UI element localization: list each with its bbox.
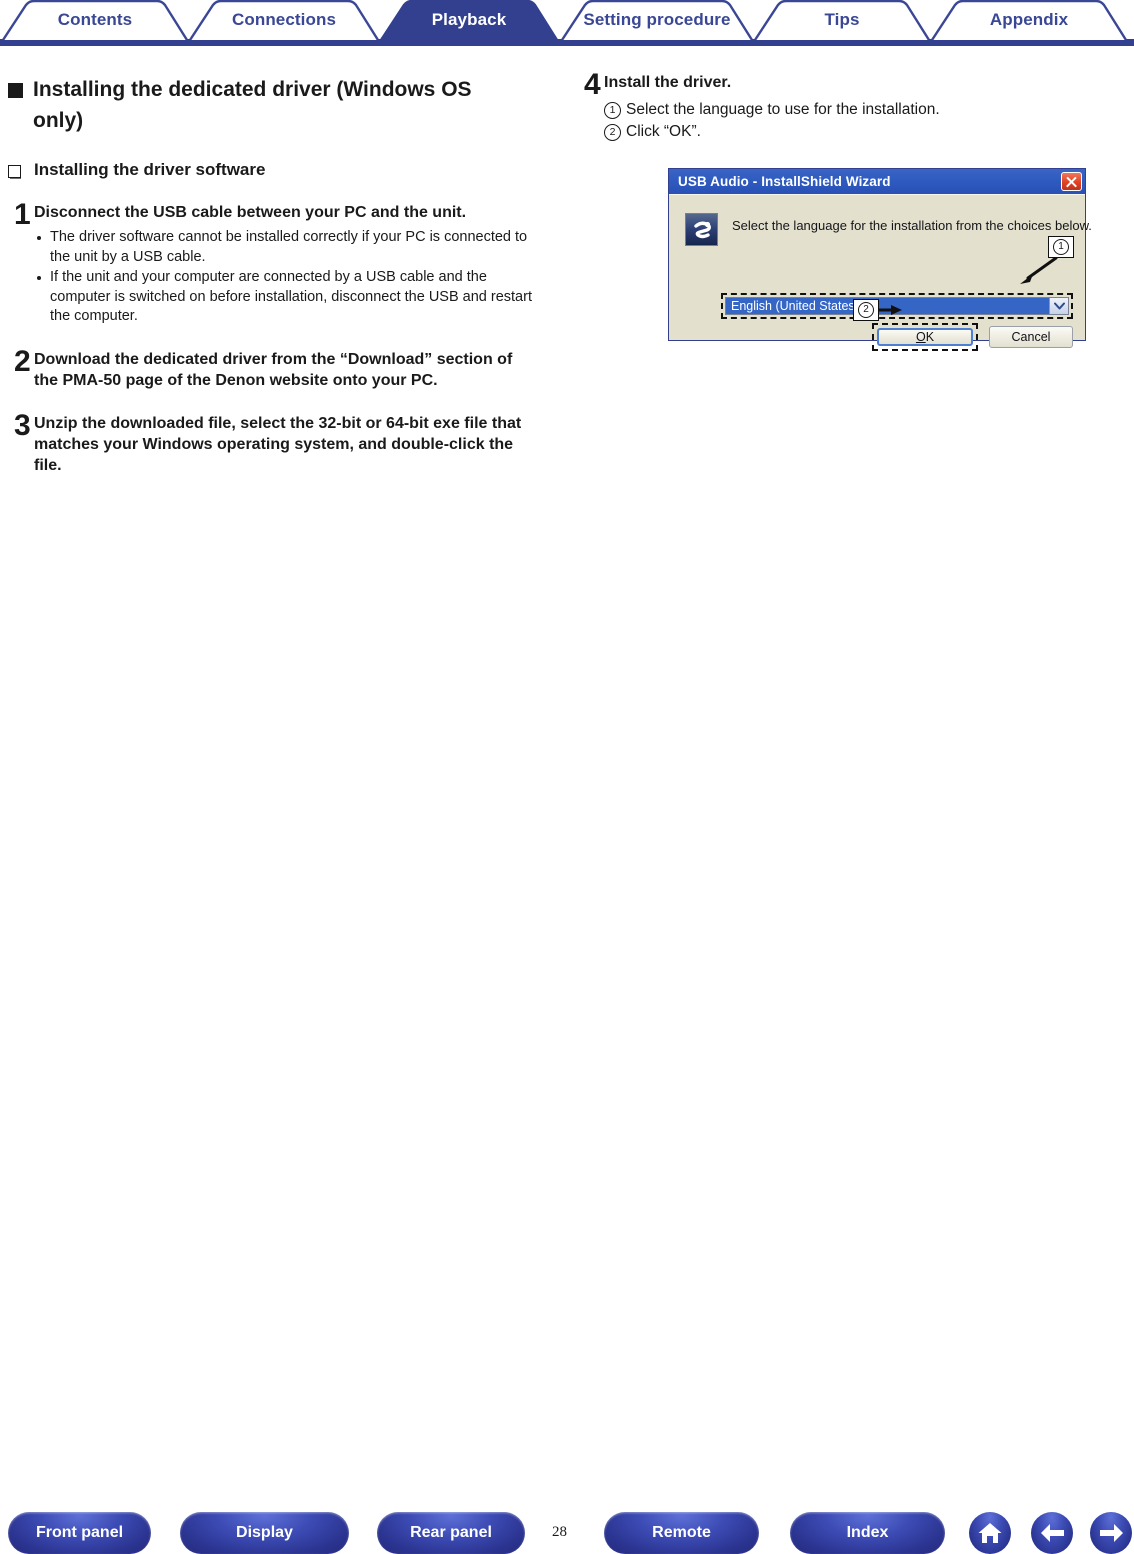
index-button[interactable]: Index [790, 1512, 945, 1554]
step-4: 4 Install the driver. 1 Select the langu… [574, 68, 1130, 143]
tab-playback[interactable]: Playback [378, 0, 560, 40]
dialog-title-text: USB Audio - InstallShield Wizard [678, 174, 891, 189]
ok-button[interactable]: OK [877, 328, 973, 346]
page-number: 28 [552, 1524, 567, 1540]
dialog-illustration: USB Audio - InstallShield Wizard Select … [668, 168, 1092, 351]
language-select-value: English (United States) [726, 298, 1049, 314]
rear-panel-button[interactable]: Rear panel [377, 1512, 525, 1554]
step-number: 4 [584, 68, 601, 101]
tab-tips[interactable]: Tips [752, 0, 932, 40]
installshield-glyph [694, 221, 711, 239]
step-2: 2 Download the dedicated driver from the… [4, 344, 556, 391]
circled-number-2-icon: 2 [858, 302, 874, 318]
tab-label: Contents [57, 9, 133, 29]
substep-item: 2 Click “OK”. [604, 121, 1130, 143]
rear-panel-button-label: Rear panel [410, 1524, 492, 1541]
forward-button[interactable] [1090, 1512, 1132, 1554]
substep-text: Click “OK”. [626, 123, 701, 140]
chevron-down-icon[interactable] [1049, 298, 1068, 314]
tab-label: Tips [824, 9, 860, 29]
note-item: The driver software cannot be installed … [34, 228, 545, 267]
ok-button-rest: K [925, 330, 935, 344]
tab-label: Connections [231, 9, 337, 29]
tab-label: Playback [431, 9, 507, 29]
cancel-button-label: Cancel [1011, 330, 1051, 344]
cancel-button[interactable]: Cancel [989, 326, 1073, 348]
tab-setting-procedure[interactable]: Setting procedure [559, 0, 755, 40]
remote-button-label: Remote [652, 1524, 711, 1541]
left-content-column: Installing the dedicated driver (Windows… [0, 60, 556, 476]
tab-contents[interactable]: Contents [0, 0, 190, 40]
home-icon [978, 1523, 1002, 1543]
circled-number-1-icon: 1 [1053, 239, 1069, 255]
step-1: 1 Disconnect the USB cable between your … [4, 198, 556, 327]
outlined-square-icon [8, 164, 24, 180]
substep-item: 1 Select the language to use for the ins… [604, 99, 1130, 121]
tab-label: Setting procedure [583, 9, 731, 29]
step-3: 3 Unzip the downloaded file, select the … [4, 408, 556, 476]
display-button-label: Display [236, 1524, 293, 1541]
step-number: 2 [14, 344, 31, 378]
dialog-button-row: OK Cancel [669, 323, 1087, 353]
back-button[interactable] [1031, 1512, 1073, 1554]
language-combo-focus-ring: English (United States) [721, 293, 1073, 319]
arrow-right-icon [1099, 1524, 1123, 1542]
step-title: Disconnect the USB cable between your PC… [34, 204, 467, 221]
circled-number-2-icon: 2 [604, 124, 621, 141]
section-heading-text: Installing the dedicated driver (Windows… [33, 78, 472, 132]
ok-button-focus-ring: OK [872, 323, 978, 351]
note-item: If the unit and your computer are connec… [34, 268, 545, 327]
step-number: 3 [14, 408, 31, 442]
substep-text: Select the language to use for the insta… [626, 101, 940, 118]
front-panel-button-label: Front panel [35, 1524, 124, 1541]
callout-1-box: 1 [1048, 236, 1074, 258]
subsection-heading-text: Installing the driver software [34, 160, 266, 179]
ok-button-label: OK [916, 330, 934, 344]
step-number: 1 [14, 198, 31, 231]
step-title: Install the driver. [604, 74, 732, 91]
tab-connections[interactable]: Connections [187, 0, 381, 40]
tab-bar-underline [0, 39, 1134, 46]
step-title: Unzip the downloaded file, select the 32… [34, 414, 522, 474]
ok-button-mnemonic: O [915, 330, 926, 344]
circled-number-1-icon: 1 [604, 102, 621, 119]
close-icon[interactable] [1061, 172, 1082, 191]
home-button[interactable] [969, 1512, 1011, 1554]
right-content-column: 4 Install the driver. 1 Select the langu… [570, 60, 1130, 351]
section-heading: Installing the dedicated driver (Windows… [8, 74, 556, 136]
remote-button[interactable]: Remote [604, 1512, 759, 1554]
tab-appendix[interactable]: Appendix [929, 0, 1129, 40]
display-button[interactable]: Display [180, 1512, 349, 1554]
callout-2-box: 2 [853, 299, 879, 321]
filled-square-icon [8, 83, 23, 98]
language-select[interactable]: English (United States) [725, 297, 1069, 315]
index-button-label: Index [846, 1524, 889, 1541]
substep-list: 1 Select the language to use for the ins… [604, 99, 1130, 143]
dialog-message: Select the language for the installation… [732, 218, 1092, 233]
installshield-icon [685, 213, 718, 246]
front-panel-button[interactable]: Front panel [8, 1512, 151, 1554]
tab-label: Appendix [989, 9, 1069, 29]
chevron-down-glyph [1053, 302, 1065, 310]
subsection-heading: Installing the driver software [8, 158, 556, 182]
arrow-left-icon [1040, 1524, 1064, 1542]
top-tab-bar: Contents Connections Playback Setting pr… [0, 0, 1134, 46]
step-title: Download the dedicated driver from the “… [34, 350, 513, 389]
bottom-navigation-bar: Front panel Display Rear panel 28 Remote… [0, 750, 1134, 1554]
dialog-title-bar: USB Audio - InstallShield Wizard [669, 169, 1085, 194]
step-notes: The driver software cannot be installed … [34, 228, 556, 327]
